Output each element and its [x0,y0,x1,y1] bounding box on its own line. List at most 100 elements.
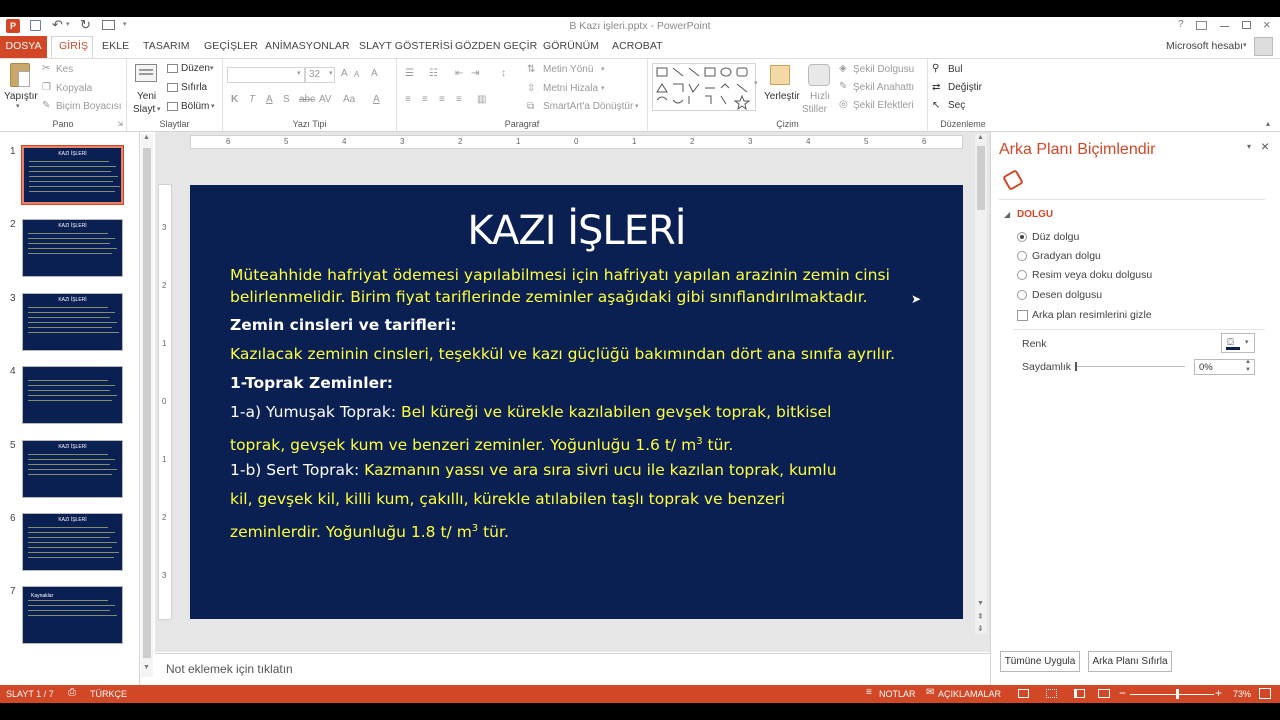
slide-item-b-line-1[interactable]: 1-b) Sert Toprak: Kazmanın yassı ve ara … [230,461,837,480]
tab-file[interactable]: DOSYA [0,36,47,58]
quick-styles-label-1[interactable]: Hızlı [810,91,830,102]
transparency-slider-handle[interactable] [1075,362,1077,371]
transparency-slider[interactable] [1075,362,1185,371]
zoom-in-icon[interactable]: + [1215,686,1222,700]
next-slide-icon[interactable]: ⇟ [977,624,984,633]
reading-view-icon[interactable] [1074,689,1085,698]
shrink-font-icon[interactable]: A [354,70,359,79]
scroll-thumb[interactable] [977,146,985,210]
previous-slide-icon[interactable]: ⇞ [977,612,984,621]
spin-up-icon[interactable]: ▲ [1245,359,1251,365]
quick-styles-label-2[interactable]: Stiller [802,104,827,115]
slide-thumbnail[interactable]: KAZI İŞLERİ [21,145,124,205]
clear-format-icon[interactable]: A [371,68,378,79]
underline-icon[interactable]: A [266,94,273,105]
tab-view[interactable]: GÖRÜNÜM [543,40,599,52]
slide-sorter-icon[interactable] [1046,689,1057,698]
arrange-button[interactable]: Yerleştir [764,91,800,102]
slide-heading-zemin[interactable]: Zemin cinsleri ve tarifleri: [230,316,457,335]
notes-pane[interactable]: Not eklemek için tıklatın [155,653,990,685]
editor-scrollbar[interactable]: ▲ ▼ ⇞ ⇟ [975,134,987,634]
account-name[interactable]: Microsoft hesabı [1166,40,1243,52]
radio-gradient-fill[interactable] [1017,251,1027,261]
slide-thumbnail[interactable]: KAZI İŞLERİ [22,292,123,351]
tab-transitions[interactable]: GEÇİŞLER [204,40,258,52]
slide-canvas[interactable]: KAZI İŞLERİ Müteahhide hafriyat ödemesi … [190,185,963,619]
tab-home[interactable]: GİRİŞ [59,40,88,52]
numbering-icon[interactable]: ☷ [429,68,438,79]
columns-icon[interactable]: ▥ [477,94,486,105]
scroll-down-icon[interactable]: ▼ [143,664,150,671]
slide-item-a-line-1[interactable]: 1-a) Yumuşak Toprak: Bel küreği ve kürek… [230,403,831,422]
shadow-icon[interactable]: S [283,94,290,105]
reset-button[interactable]: Sıfırla [181,82,207,93]
section-dropdown-icon[interactable]: ▾ [211,102,215,110]
find-button[interactable]: Bul [948,64,962,75]
section-collapse-icon[interactable]: ◢ [1004,210,1010,219]
shapes-gallery[interactable] [652,63,756,111]
layout-dropdown-icon[interactable]: ▾ [210,64,214,72]
pane-close-icon[interactable]: × [1261,138,1269,154]
pane-options-dropdown-icon[interactable]: ▾ [1247,142,1251,151]
cut-button[interactable]: Kes [56,64,73,75]
spell-check-icon[interactable]: ⎙ [68,687,76,698]
horizontal-ruler[interactable]: 6 5 4 3 2 1 0 1 2 3 4 5 6 [190,135,963,149]
tab-insert[interactable]: EKLE [102,40,129,52]
color-picker-button[interactable]: ⛋ ▾ [1221,333,1255,353]
slide-counter[interactable]: SLAYT 1 / 7 [6,689,54,699]
radio-solid-fill[interactable] [1017,232,1027,242]
select-button[interactable]: Seç [948,100,965,111]
new-slide-label-1[interactable]: Yeni [137,91,156,102]
bold-icon[interactable]: K [231,94,238,105]
slide-thumbnail[interactable]: KAZI İŞLERİ [22,439,123,498]
new-slide-icon[interactable] [135,64,157,82]
section-button[interactable]: Bölüm [181,101,209,112]
zoom-out-icon[interactable]: − [1119,686,1126,700]
smartart-dropdown-icon[interactable]: ▾ [635,102,639,110]
slide-paragraph-1-line-2[interactable]: belirlenmelidir. Birim fiyat tariflerind… [230,288,868,307]
paste-dropdown-icon[interactable]: ▾ [16,102,20,110]
option-solid-fill[interactable]: Düz dolgu [1032,231,1079,243]
slide-thumbnail[interactable]: KAZI İŞLERİ [22,219,123,278]
decrease-indent-icon[interactable]: ⇤ [455,68,463,79]
format-painter-button[interactable]: Biçim Boyacısı [56,101,122,112]
apply-to-all-button[interactable]: Tümüne Uygula [1000,651,1080,672]
shape-effects-button[interactable]: Şekil Efektleri [853,100,914,111]
spin-down-icon[interactable]: ▼ [1245,367,1251,373]
language-indicator[interactable]: TÜRKÇE [90,689,127,699]
help-icon[interactable]: ? [1178,19,1184,30]
notes-placeholder[interactable]: Not eklemek için tıklatın [166,662,293,676]
reset-background-button[interactable]: Arka Planı Sıfırla [1088,651,1172,672]
option-pattern-fill[interactable]: Desen dolgusu [1032,289,1102,301]
justify-icon[interactable]: ≡ [456,94,462,105]
tab-animations[interactable]: ANİMASYONLAR [265,40,350,52]
close-icon[interactable]: × [1263,17,1271,32]
fill-bucket-icon[interactable] [1002,169,1024,191]
ribbon-display-icon[interactable] [1196,21,1207,30]
text-direction-button[interactable]: Metin Yönü [543,64,593,75]
transparency-input[interactable]: 0% ▲ ▼ [1194,359,1255,375]
align-left-icon[interactable]: ≡ [405,94,411,105]
option-gradient-fill[interactable]: Gradyan dolgu [1032,250,1101,262]
radio-picture-fill[interactable] [1017,270,1027,280]
notes-toggle[interactable]: NOTLAR [879,689,916,699]
fit-slide-icon[interactable] [1259,688,1271,699]
bullets-icon[interactable]: ☰ [405,68,414,79]
minimize-icon[interactable] [1220,26,1229,27]
maximize-icon[interactable] [1242,21,1251,29]
layout-button[interactable]: Düzen [181,63,210,74]
replace-button[interactable]: Değiştir [948,82,982,93]
scroll-thumb[interactable] [143,148,151,658]
collapse-ribbon-icon[interactable]: ▴ [1266,119,1270,128]
text-direction-dropdown-icon[interactable]: ▾ [601,65,605,73]
tab-acrobat[interactable]: ACROBAT [612,40,663,52]
slide-heading-toprak[interactable]: 1-Toprak Zeminler: [230,374,393,393]
font-size-dropdown-icon[interactable]: ▾ [329,69,333,77]
slide-item-b-line-2[interactable]: kil, gevşek kil, killi kum, çakıllı, kür… [230,490,785,509]
zoom-level[interactable]: 73% [1233,689,1251,699]
slide-title[interactable]: KAZI İŞLERİ [190,205,963,257]
scroll-up-icon[interactable]: ▲ [977,134,984,141]
spacing-icon[interactable]: AV [319,94,332,105]
slide-paragraph-2[interactable]: Kazılacak zeminin cinsleri, teşekkül ve … [230,345,895,364]
zoom-slider[interactable] [1130,689,1214,699]
